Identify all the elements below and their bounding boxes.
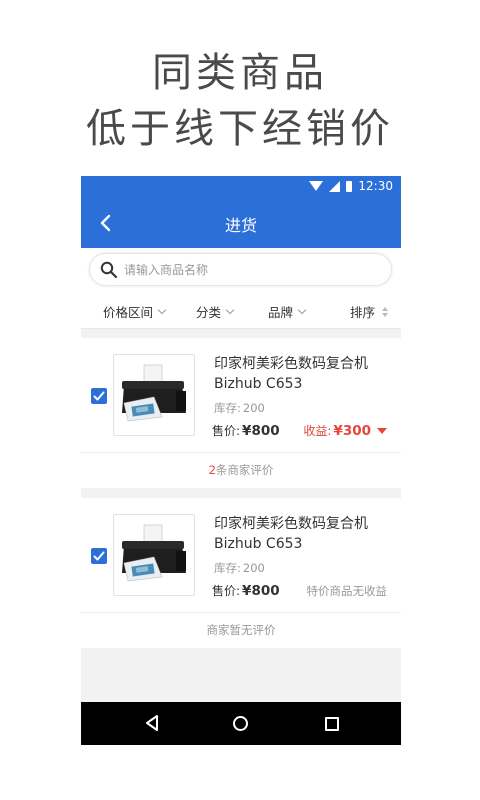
phone-screen: 12:30 进货 价格区间 分类 品牌 排序 — [81, 176, 401, 745]
wifi-icon — [309, 181, 324, 191]
filter-label: 品牌 — [268, 305, 294, 320]
sort-icon — [382, 306, 389, 317]
search-input[interactable] — [122, 258, 376, 282]
search-area — [81, 248, 401, 292]
nav-recent-icon[interactable] — [325, 717, 339, 731]
filter-sort[interactable]: 排序 — [350, 302, 389, 321]
filter-label: 分类 — [196, 305, 222, 320]
search-icon — [100, 261, 118, 279]
promo-headline-line1: 同类商品 — [152, 50, 328, 96]
stock-label: 库存: — [214, 401, 241, 415]
product-row[interactable]: 印家柯美彩色数码复合机 Bizhub C653 库存: 200 售价: ¥800 收… — [81, 338, 401, 453]
review-text: 商家暂无评价 — [206, 623, 276, 637]
status-time: 12:30 — [358, 179, 393, 193]
product-stock: 库存: 200 — [212, 560, 265, 576]
product-stock: 库存: 200 — [212, 400, 265, 416]
printer-icon — [122, 364, 186, 422]
chevron-down-icon — [225, 305, 235, 314]
caret-down-icon — [377, 427, 387, 434]
product-image[interactable] — [113, 514, 195, 596]
price-label: 售价: — [212, 424, 241, 438]
product-price: 售价: ¥800 — [212, 582, 280, 599]
printer-icon — [122, 524, 186, 582]
chevron-down-icon — [157, 305, 167, 314]
no-earnings-note: 特价商品无收益 — [306, 584, 388, 598]
earnings-value: ¥300 — [333, 422, 371, 439]
filter-bar: 价格区间 分类 品牌 排序 — [81, 292, 401, 329]
app-bar: 进货 — [81, 198, 401, 248]
reviews-link[interactable]: 商家暂无评价 — [81, 613, 401, 648]
checkbox-checked-icon[interactable] — [91, 388, 107, 404]
stock-value: 200 — [242, 401, 265, 415]
review-text: 条商家评价 — [215, 463, 274, 477]
filter-label: 价格区间 — [103, 305, 154, 320]
review-count: 2 — [208, 463, 216, 477]
filter-price-range[interactable]: 价格区间 — [103, 302, 167, 321]
product-card: 印家柯美彩色数码复合机 Bizhub C653 库存: 200 售价: ¥800 收… — [81, 338, 401, 488]
filter-label: 排序 — [350, 305, 376, 320]
product-image[interactable] — [113, 354, 195, 436]
battery-icon — [346, 180, 353, 192]
price-value: ¥800 — [242, 423, 280, 439]
search-box[interactable] — [90, 254, 391, 285]
system-nav-bar — [81, 702, 401, 745]
product-row[interactable]: 印家柯美彩色数码复合机 Bizhub C653 库存: 200 售价: ¥800 特… — [81, 498, 401, 613]
earnings-dropdown[interactable]: 收益: ¥300 — [303, 422, 387, 439]
chevron-down-icon — [297, 305, 307, 314]
earnings-label: 收益: — [303, 424, 332, 438]
checkbox-checked-icon[interactable] — [91, 548, 107, 564]
price-value: ¥800 — [242, 583, 280, 599]
nav-home-icon[interactable] — [233, 716, 248, 731]
product-name: 印家柯美彩色数码复合机 Bizhub C653 — [214, 516, 368, 552]
filter-brand[interactable]: 品牌 — [268, 302, 307, 321]
nav-back-icon[interactable] — [145, 715, 159, 731]
signal-icon — [329, 180, 341, 192]
promo-headline-line2: 低于线下经销价 — [86, 106, 394, 152]
reviews-link[interactable]: 2条商家评价 — [81, 453, 401, 488]
stock-value: 200 — [242, 561, 265, 575]
filter-category[interactable]: 分类 — [196, 302, 235, 321]
product-card: 印家柯美彩色数码复合机 Bizhub C653 库存: 200 售价: ¥800 特… — [81, 498, 401, 648]
page-title: 进货 — [224, 216, 257, 235]
price-label: 售价: — [212, 584, 241, 598]
stock-label: 库存: — [214, 561, 241, 575]
status-bar: 12:30 — [81, 176, 401, 198]
product-price: 售价: ¥800 — [212, 422, 280, 439]
product-name: 印家柯美彩色数码复合机 Bizhub C653 — [214, 356, 368, 392]
